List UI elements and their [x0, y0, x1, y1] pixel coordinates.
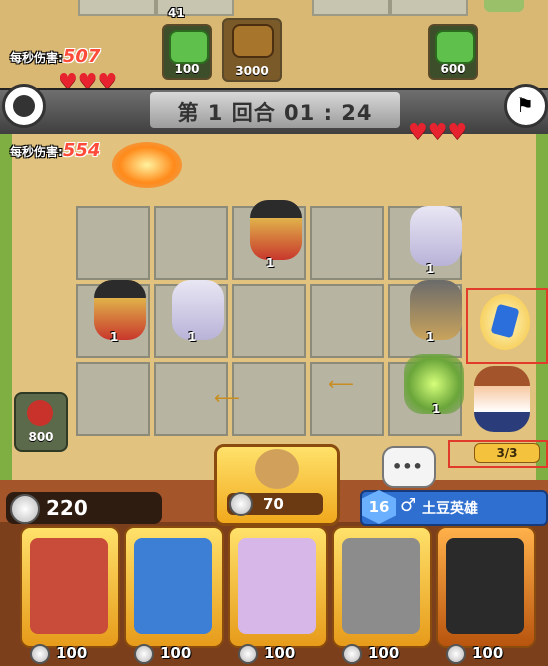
- slime-icon: [169, 30, 209, 64]
- hero-level: 1: [432, 402, 441, 416]
- crown-coin-icon: [10, 494, 40, 524]
- enemy-avatar[interactable]: [2, 84, 46, 128]
- hero-card[interactable]: [20, 526, 120, 648]
- boss-icon: [232, 24, 274, 58]
- hero-level: 1: [426, 262, 435, 276]
- crown-coin-icon: [30, 644, 50, 664]
- grass-border-left: [0, 134, 12, 480]
- board-cell[interactable]: [232, 362, 306, 436]
- hero-level: 1: [188, 330, 197, 344]
- boss-unit[interactable]: 3000: [222, 18, 282, 82]
- hero-card[interactable]: [228, 526, 328, 648]
- enemy-tile: [312, 0, 390, 16]
- chat-button[interactable]: •••: [382, 446, 436, 488]
- fireball-projectile: [112, 142, 182, 188]
- board-cell[interactable]: [154, 206, 228, 280]
- heart-icon: ♥: [408, 120, 428, 145]
- hero-unit[interactable]: [410, 280, 462, 340]
- blue-gem-button[interactable]: [480, 294, 530, 350]
- hero-level: 1: [110, 330, 119, 344]
- board-cell[interactable]: [76, 206, 150, 280]
- arrow-projectile: ⟵: [214, 388, 240, 409]
- board-cell[interactable]: [76, 362, 150, 436]
- crown-coin-icon: [229, 492, 253, 516]
- green-slime-unit[interactable]: 100: [162, 24, 212, 80]
- slots-counter: 3/3: [474, 443, 540, 463]
- hero-level: 1: [266, 256, 275, 270]
- crown-coin-icon: [342, 644, 362, 664]
- heart-icon: ♥: [427, 120, 448, 145]
- board-cell[interactable]: [232, 284, 306, 358]
- enemy-unit-count: 41: [168, 6, 185, 20]
- crown-coin-icon: [446, 644, 466, 664]
- buy-cost-bar: 70: [227, 492, 323, 516]
- male-symbol-icon: ♂: [400, 495, 417, 516]
- board-cell[interactable]: [310, 206, 384, 280]
- slime-icon: [435, 30, 475, 64]
- enemy-tile: [390, 0, 468, 16]
- crown-coin-icon: [238, 644, 258, 664]
- hero-unit[interactable]: [172, 280, 224, 340]
- potato-icon: [255, 449, 299, 489]
- flag-icon: ⚑: [516, 93, 534, 117]
- board-cell[interactable]: [310, 284, 384, 358]
- heart-icon: ♥: [447, 120, 468, 145]
- ellipsis-icon: •••: [392, 457, 423, 476]
- arrow-projectile: ⟵: [328, 374, 354, 395]
- gem-icon: [490, 303, 520, 339]
- green-slime-unit-right[interactable]: 600: [428, 24, 478, 80]
- enemy-dps: 每秒伤害:507: [10, 46, 101, 67]
- round-timer: 第 1 回合 01 : 24: [177, 101, 373, 125]
- buy-hero-button[interactable]: 70: [214, 444, 340, 526]
- hero-unit[interactable]: [250, 200, 302, 260]
- hero-unit[interactable]: [94, 280, 146, 340]
- hero-portrait: [30, 538, 108, 634]
- coin-display: 220: [6, 492, 162, 524]
- hero-unit[interactable]: [410, 206, 462, 266]
- demon-icon: [27, 400, 53, 426]
- eye-icon: [13, 95, 35, 117]
- enemy-tile: [78, 0, 156, 16]
- hero-portrait: [342, 538, 420, 634]
- hero-portrait: [446, 538, 524, 634]
- player-tower[interactable]: 800: [14, 392, 68, 452]
- player-dps: 每秒伤害:554: [10, 140, 101, 161]
- player-avatar[interactable]: ⚑: [504, 84, 548, 128]
- hero-portrait: [238, 538, 316, 634]
- enemy-side-token: [484, 0, 524, 12]
- crown-coin-icon: [134, 644, 154, 664]
- potato-hero[interactable]: [474, 366, 530, 432]
- hero-card[interactable]: [124, 526, 224, 648]
- hero-card[interactable]: [436, 526, 536, 648]
- player-hearts: ♥♥♥: [408, 120, 467, 145]
- hero-info-bar[interactable]: 16 ♂ 土豆英雄: [360, 490, 548, 526]
- hero-portrait: [134, 538, 212, 634]
- hero-level: 1: [426, 330, 435, 344]
- hero-card[interactable]: [332, 526, 432, 648]
